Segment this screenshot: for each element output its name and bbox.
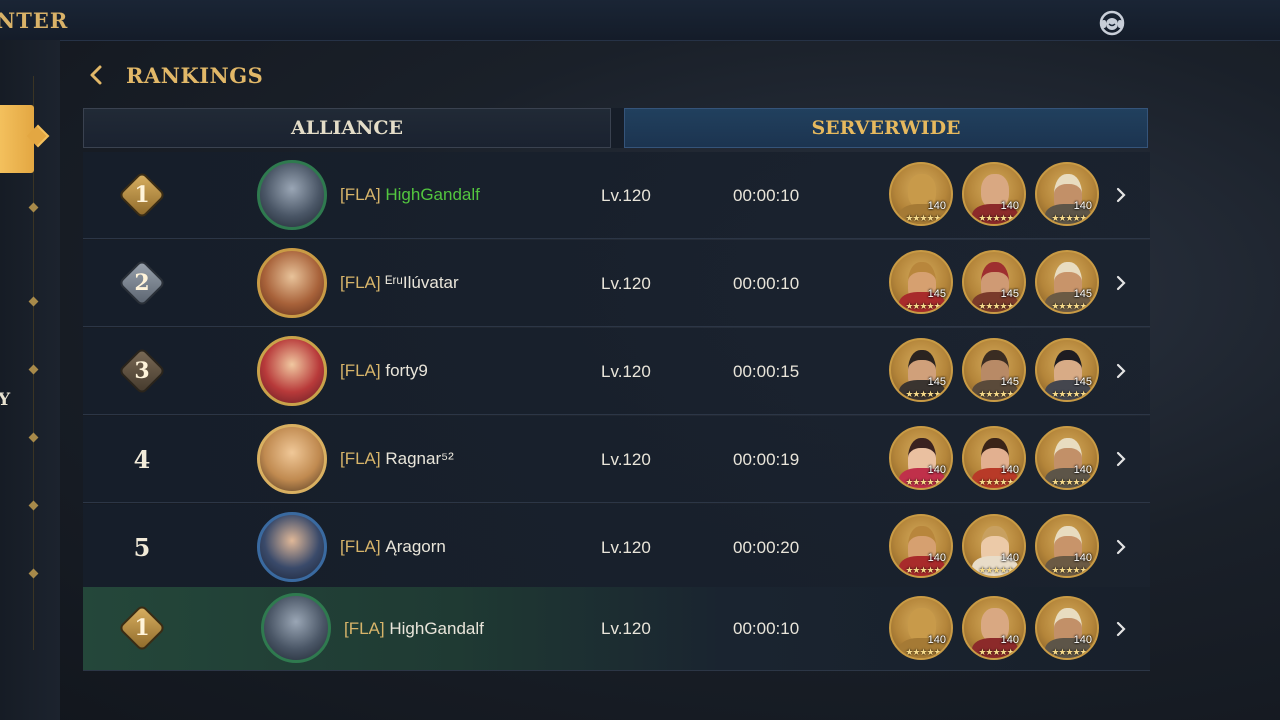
- back-button[interactable]: [88, 58, 110, 92]
- tab-alliance[interactable]: ALLIANCE: [83, 108, 611, 148]
- sidebar-node: [28, 296, 39, 307]
- ranking-row[interactable]: 4 [FLA] Ragnar⁵² Lv.120 00:00:19 140 ★★★★…: [83, 416, 1150, 503]
- chevron-right-icon: [1116, 539, 1126, 555]
- player-name: [FLA] HighGandalf: [344, 619, 484, 638]
- rank-number: 5: [133, 532, 151, 562]
- headset-icon: [1099, 10, 1125, 36]
- hero-portrait[interactable]: 145 ★★★★★: [1035, 338, 1099, 402]
- ranking-row[interactable]: 2 [FLA] ᴱʳᵘIlúvatar Lv.120 00:00:10 145 ★…: [83, 240, 1150, 327]
- rankings-header: RANKINGS: [88, 58, 263, 92]
- tab-serverwide[interactable]: SERVERWIDE: [624, 108, 1148, 148]
- sidebar-node: [28, 202, 39, 213]
- hero-lineup: 145 ★★★★★ 145 ★★★★★ 145 ★★★★★: [889, 338, 1109, 404]
- row-detail-button[interactable]: [1113, 537, 1129, 557]
- hero-portrait[interactable]: 145 ★★★★★: [889, 250, 953, 314]
- avatar[interactable]: [257, 160, 327, 230]
- hero-portrait[interactable]: 140 ★★★★★: [962, 426, 1026, 490]
- hero-portrait[interactable]: 145 ★★★★★: [889, 338, 953, 402]
- hero-portrait[interactable]: 145 ★★★★★: [962, 250, 1026, 314]
- player-name: [FLA] ᴱʳᵘIlúvatar: [340, 273, 459, 292]
- player-level: Lv.120: [601, 538, 651, 557]
- sidebar-item-label[interactable]: Y: [0, 390, 10, 410]
- sidebar-node: [28, 432, 39, 443]
- chevron-right-icon: [1116, 363, 1126, 379]
- rank-number: 4: [133, 444, 151, 474]
- rank-badge: 1: [120, 173, 164, 217]
- hero-lineup: 140 ★★★★★ 140 ★★★★★ 140 ★★★★★: [889, 162, 1109, 228]
- row-detail-button[interactable]: [1113, 619, 1129, 639]
- hero-lineup: 140 ★★★★★ 140 ★★★★★ 140 ★★★★★: [889, 596, 1109, 662]
- topbar-title: NTER: [0, 8, 69, 33]
- hero-portrait[interactable]: 140 ★★★★★: [889, 426, 953, 490]
- hero-portrait[interactable]: 140 ★★★★★: [1035, 596, 1099, 660]
- row-detail-button[interactable]: [1113, 361, 1129, 381]
- player-name: [FLA] Ąragorn: [340, 537, 446, 556]
- avatar[interactable]: [257, 336, 327, 406]
- hero-portrait[interactable]: 140 ★★★★★: [889, 162, 953, 226]
- hero-portrait[interactable]: 140 ★★★★★: [1035, 162, 1099, 226]
- hero-portrait[interactable]: 140 ★★★★★: [962, 514, 1026, 578]
- hero-portrait[interactable]: 145 ★★★★★: [962, 338, 1026, 402]
- top-bar: NTER: [0, 0, 1280, 41]
- player-level: Lv.120: [601, 362, 651, 381]
- chevron-right-icon: [1116, 275, 1126, 291]
- row-detail-button[interactable]: [1113, 449, 1129, 469]
- rank-badge: 2: [120, 261, 164, 305]
- avatar[interactable]: [257, 512, 327, 582]
- player-level: Lv.120: [601, 274, 651, 293]
- clear-time: 00:00:10: [733, 274, 800, 293]
- hero-lineup: 145 ★★★★★ 145 ★★★★★ 145 ★★★★★: [889, 250, 1109, 316]
- tab-divider: [611, 108, 624, 148]
- hero-portrait[interactable]: 140 ★★★★★: [1035, 514, 1099, 578]
- hero-portrait[interactable]: 140 ★★★★★: [889, 596, 953, 660]
- player-level: Lv.120: [601, 186, 651, 205]
- player-level: Lv.120: [601, 450, 651, 469]
- hero-portrait[interactable]: 140 ★★★★★: [1035, 426, 1099, 490]
- clear-time: 00:00:15: [733, 362, 800, 381]
- sidebar: Y: [0, 40, 60, 720]
- chevron-right-icon: [1116, 187, 1126, 203]
- hero-lineup: 140 ★★★★★ 140 ★★★★★ 140 ★★★★★: [889, 514, 1109, 580]
- row-detail-button[interactable]: [1113, 185, 1129, 205]
- sidebar-node: [28, 500, 39, 511]
- rankings-list: 1 [FLA] HighGandalf Lv.120 00:00:10 140 ★…: [83, 152, 1150, 592]
- ranking-row[interactable]: 3 [FLA] forty9 Lv.120 00:00:15 145 ★★★★★ …: [83, 328, 1150, 415]
- clear-time: 00:00:20: [733, 538, 800, 557]
- row-detail-button[interactable]: [1113, 273, 1129, 293]
- hero-portrait[interactable]: 145 ★★★★★: [1035, 250, 1099, 314]
- hero-lineup: 140 ★★★★★ 140 ★★★★★ 140 ★★★★★: [889, 426, 1109, 492]
- player-name: [FLA] Ragnar⁵²: [340, 449, 454, 468]
- avatar[interactable]: [257, 424, 327, 494]
- clear-time: 00:00:10: [733, 619, 800, 638]
- player-level: Lv.120: [601, 619, 651, 638]
- rank-badge: 1: [120, 606, 164, 650]
- customer-support-button[interactable]: [1096, 7, 1128, 39]
- hero-portrait[interactable]: 140 ★★★★★: [889, 514, 953, 578]
- chevron-right-icon: [1116, 621, 1126, 637]
- ranking-tabs: ALLIANCE SERVERWIDE: [83, 108, 1148, 148]
- player-name: [FLA] HighGandalf: [340, 185, 480, 204]
- avatar[interactable]: [261, 593, 331, 663]
- clear-time: 00:00:19: [733, 450, 800, 469]
- chevron-right-icon: [1116, 451, 1126, 467]
- ranking-row[interactable]: 1 [FLA] HighGandalf Lv.120 00:00:10 140 ★…: [83, 152, 1150, 239]
- rank-badge: 3: [120, 349, 164, 393]
- hero-portrait[interactable]: 140 ★★★★★: [962, 162, 1026, 226]
- sidebar-node: [28, 364, 39, 375]
- my-ranking-row[interactable]: 1 [FLA] HighGandalf Lv.120 00:00:10 140 ★…: [83, 587, 1150, 671]
- ranking-row[interactable]: 5 [FLA] Ąragorn Lv.120 00:00:20 140 ★★★★★…: [83, 504, 1150, 591]
- page-title: RANKINGS: [126, 62, 264, 88]
- player-name: [FLA] forty9: [340, 361, 428, 380]
- chevron-left-icon: [90, 65, 102, 85]
- avatar[interactable]: [257, 248, 327, 318]
- hero-portrait[interactable]: 140 ★★★★★: [962, 596, 1026, 660]
- clear-time: 00:00:10: [733, 186, 800, 205]
- sidebar-node: [28, 568, 39, 579]
